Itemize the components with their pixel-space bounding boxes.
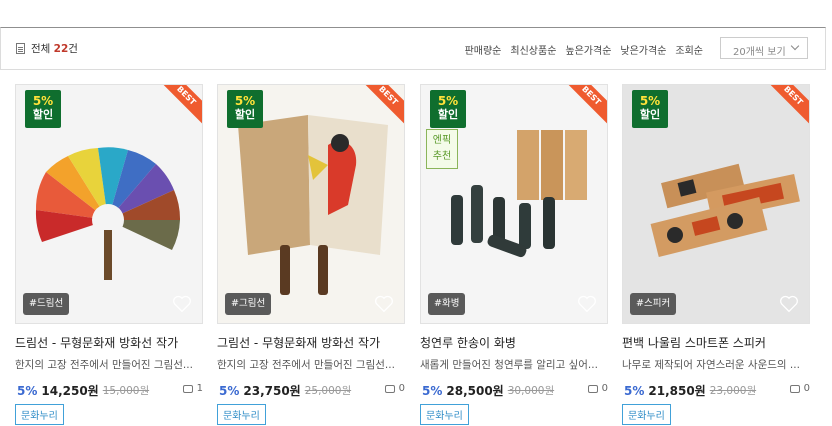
price-row: 5% 28,500원 30,000원 0 <box>420 382 608 399</box>
heart-icon[interactable] <box>172 295 192 313</box>
product-description: 한지의 고장 전주에서 만들어진 그림선... <box>15 359 193 371</box>
chevron-down-icon <box>790 41 800 51</box>
comment-number: 0 <box>601 383 608 394</box>
heart-icon[interactable] <box>374 295 394 313</box>
sale-price: 21,850원 <box>648 384 706 398</box>
sale-price: 28,500원 <box>446 384 504 398</box>
price-row: 5% 23,750원 25,000원 0 <box>217 382 405 399</box>
comment-icon <box>182 384 193 393</box>
original-price: 15,000원 <box>102 385 150 397</box>
discount-badge: 5% 할인 <box>430 90 466 128</box>
product-title[interactable]: 드림선 - 무형문화재 방화선 작가 <box>15 334 203 351</box>
sort-newest[interactable]: 최신상품순 <box>510 42 556 57</box>
product-tag[interactable]: #그림선 <box>225 293 272 315</box>
comment-icon <box>587 384 598 393</box>
price-discount-percent: 5% <box>17 383 38 398</box>
product-description: 새롭게 만들어진 청연루를 알리고 싶어... <box>420 359 598 371</box>
list-toolbar: 전체 22건 판매량순 최신상품순 높은가격순 낮은가격순 조회순 20개씩 보… <box>0 27 826 70</box>
comment-icon <box>789 384 800 393</box>
price-discount-percent: 5% <box>219 383 240 398</box>
comment-count: 0 <box>587 383 608 394</box>
discount-label: 할인 <box>234 108 256 121</box>
product-image[interactable]: 5% 할인 BEST #스피커 <box>622 84 810 324</box>
product-title[interactable]: 편백 나울림 스마트폰 스피커 <box>622 334 810 351</box>
total-label: 전체 <box>31 43 54 55</box>
comment-number: 0 <box>398 383 405 394</box>
comment-count: 1 <box>182 383 203 394</box>
price-row: 5% 21,850원 23,000원 0 <box>622 382 810 399</box>
original-price: 23,000원 <box>709 385 757 397</box>
product-image[interactable]: 5% 할인 BEST #그림선 <box>217 84 405 324</box>
discount-percent: 5% <box>234 94 256 108</box>
product-tag[interactable]: #화병 <box>428 293 466 315</box>
sort-options: 판매량순 최신상품순 높은가격순 낮은가격순 조회순 <box>465 42 703 57</box>
sticker-line-1: 엔픽 <box>432 135 452 146</box>
total-number: 22 <box>53 43 69 55</box>
sort-price-high[interactable]: 높은가격순 <box>565 42 611 57</box>
product-card[interactable]: 5% 할인 BEST #드림선 드림선 - 무형문화재 방화선 작가 한지의 고장… <box>15 84 203 425</box>
total-suffix: 건 <box>68 43 78 55</box>
culture-badge: 문화누리 <box>420 404 469 425</box>
product-image[interactable]: 5% 할인 BEST 엔픽 추천 #화병 <box>420 84 608 324</box>
price-discount-percent: 5% <box>624 383 645 398</box>
comment-number: 0 <box>803 383 810 394</box>
comment-number: 1 <box>196 383 203 394</box>
sale-price: 23,750원 <box>243 384 301 398</box>
product-card[interactable]: 5% 할인 BEST #스피커 편백 나울림 스마트폰 스피커 나무로 제작되어 … <box>622 84 810 425</box>
product-title[interactable]: 청연루 한송이 화병 <box>420 334 608 351</box>
heart-icon[interactable] <box>779 295 799 313</box>
product-title[interactable]: 그림선 - 무형문화재 방화선 작가 <box>217 334 405 351</box>
product-image[interactable]: 5% 할인 BEST #드림선 <box>15 84 203 324</box>
discount-label: 할인 <box>639 108 661 121</box>
sticker-line-2: 추천 <box>432 151 452 162</box>
price-discount-percent: 5% <box>422 383 443 398</box>
culture-badge: 문화누리 <box>15 404 64 425</box>
culture-badge: 문화누리 <box>622 404 671 425</box>
discount-badge: 5% 할인 <box>632 90 668 128</box>
price-row: 5% 14,250원 15,000원 1 <box>15 382 203 399</box>
discount-badge: 5% 할인 <box>25 90 61 128</box>
product-description: 나무로 제작되어 자연스러운 사운드의 ... <box>622 359 800 371</box>
recommend-sticker: 엔픽추천 <box>426 129 458 169</box>
discount-label: 할인 <box>437 108 459 121</box>
product-card[interactable]: 5% 할인 BEST 엔픽 추천 #화병 청연루 한송이 화병 새롭게 만들어진 청… <box>420 84 608 425</box>
original-price: 30,000원 <box>507 385 555 397</box>
document-icon <box>16 43 25 54</box>
sort-sales[interactable]: 판매량순 <box>465 42 502 57</box>
product-card[interactable]: 5% 할인 BEST #그림선 그림선 - 무형문화재 방화선 작가 한지의 고장… <box>217 84 405 425</box>
discount-percent: 5% <box>437 94 459 108</box>
culture-badge: 문화누리 <box>217 404 266 425</box>
discount-percent: 5% <box>32 94 54 108</box>
comment-icon <box>384 384 395 393</box>
sort-price-low[interactable]: 낮은가격순 <box>620 42 666 57</box>
comment-count: 0 <box>384 383 405 394</box>
per-page-select[interactable]: 20개씩 보기 <box>720 37 808 59</box>
discount-percent: 5% <box>639 94 661 108</box>
sale-price: 14,250원 <box>41 384 99 398</box>
total-count: 전체 22건 <box>16 41 78 56</box>
heart-icon[interactable] <box>577 295 597 313</box>
comment-count: 0 <box>789 383 810 394</box>
discount-badge: 5% 할인 <box>227 90 263 128</box>
product-tag[interactable]: #드림선 <box>23 293 70 315</box>
sort-views[interactable]: 조회순 <box>675 42 703 57</box>
original-price: 25,000원 <box>304 385 352 397</box>
per-page-value: 20개씩 보기 <box>733 47 786 58</box>
product-description: 한지의 고장 전주에서 만들어진 그림선... <box>217 359 395 371</box>
discount-label: 할인 <box>32 108 54 121</box>
product-tag[interactable]: #스피커 <box>630 293 677 315</box>
